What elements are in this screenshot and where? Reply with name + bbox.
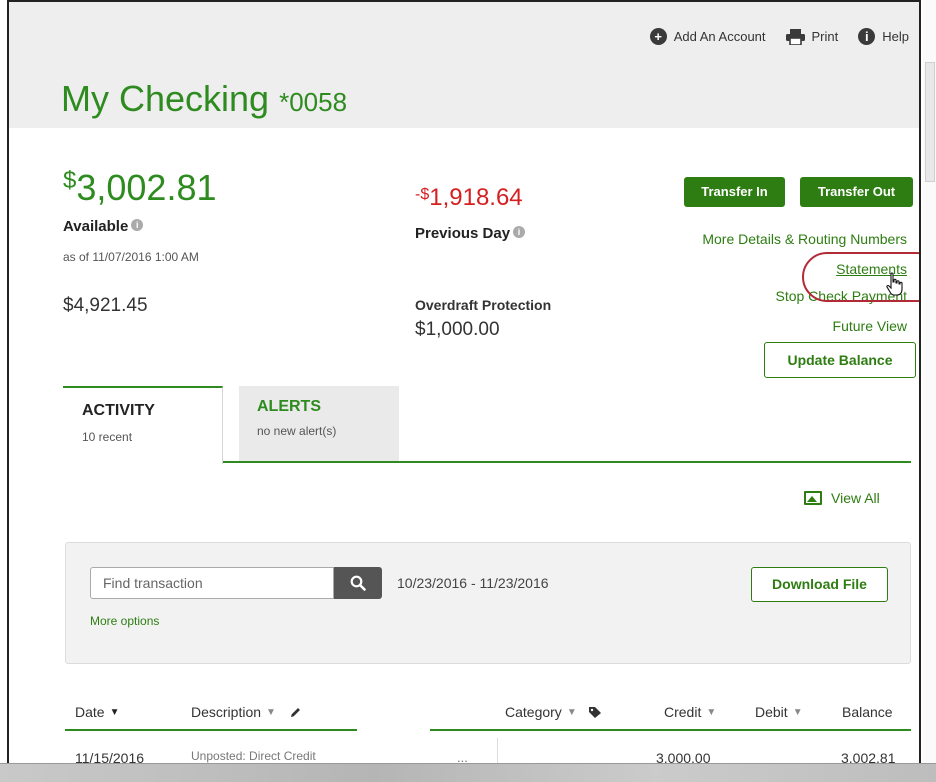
view-all-label: View All [831,490,880,506]
overdraft-label: Overdraft Protection [415,297,552,313]
more-details-link[interactable]: More Details & Routing Numbers [702,231,907,247]
sort-caret-icon: ▼ [109,706,120,718]
header-underline [430,729,911,731]
previous-day-currency: -$ [415,186,430,203]
header-links: + Add An Account Print i Help [649,28,909,45]
column-debit-label: Debit [755,704,788,720]
previous-day-amount: 1,918.64 [429,184,523,211]
scrollbar-thumb[interactable] [925,62,935,182]
account-number: *0058 [279,87,348,117]
as-of-timestamp: as of 11/07/2016 1:00 AM [63,250,199,264]
column-balance[interactable]: Balance [842,704,893,720]
column-category[interactable]: Category ▼ [505,704,602,720]
table-header: Date ▼ Description ▼ Category ▼ Credit ▼ Deb… [65,700,911,730]
tab-underline [223,461,911,463]
future-view-link[interactable]: Future View [833,318,907,334]
available-label: Available [63,218,129,235]
printer-icon [785,28,805,45]
add-account-label: Add An Account [673,29,766,44]
sort-caret-icon: ▼ [792,706,803,718]
tab-activity-label: ACTIVITY [82,402,155,419]
help-label: Help [882,29,909,44]
tab-activity[interactable]: ACTIVITY 10 recent [63,386,223,464]
sort-caret-icon: ▼ [566,706,577,718]
more-options-link[interactable]: More options [90,614,159,628]
info-circle-icon: i [858,28,876,45]
column-credit[interactable]: Credit ▼ [664,704,716,720]
scrollbar[interactable] [923,0,936,782]
account-name: My Checking [61,78,270,119]
status-bar [0,763,936,782]
transfer-out-button[interactable]: Transfer Out [800,177,913,207]
browser-frame: + Add An Account Print i Help My Checkin… [7,0,921,782]
column-debit[interactable]: Debit ▼ [755,704,803,720]
pencil-icon[interactable] [289,706,302,719]
tab-alerts-label: ALERTS [257,398,321,415]
print-label: Print [811,29,839,44]
download-file-button[interactable]: Download File [751,567,888,602]
column-date-label: Date [75,704,105,720]
available-amount: 3,002.81 [76,167,217,208]
column-balance-label: Balance [842,704,893,720]
plus-circle-icon: + [649,28,667,45]
view-all-link[interactable]: View All [804,490,880,506]
help-link[interactable]: i Help [858,28,909,45]
overdraft-amount: $1,000.00 [415,319,500,340]
header-underline [65,729,357,731]
previous-day-balance: -$1,918.64 [415,184,523,212]
info-icon[interactable]: i [131,219,144,231]
column-description-label: Description [191,704,262,720]
print-link[interactable]: Print [785,28,839,45]
transfer-in-button[interactable]: Transfer In [684,177,785,207]
previous-day-label-row: Previous Day i [415,225,526,242]
column-credit-label: Credit [664,704,702,720]
available-balance: $3,002.81 [63,167,217,209]
row-description: Unposted: Direct Credit [191,749,316,763]
add-account-link[interactable]: + Add An Account [649,28,766,45]
ledger-balance: $4,921.45 [63,295,148,316]
filter-panel: 10/23/2016 - 11/23/2016 More options Dow… [65,542,911,664]
tag-icon[interactable] [588,706,602,719]
update-balance-button[interactable]: Update Balance [764,342,916,378]
column-date[interactable]: Date ▼ [75,704,119,720]
info-icon[interactable]: i [513,226,526,238]
tab-activity-sub: 10 recent [82,430,133,444]
available-label-row: Available i [63,218,144,235]
page-title: My Checking *0058 [61,78,347,120]
available-currency: $ [63,167,77,194]
column-description[interactable]: Description ▼ [191,704,302,720]
tab-alerts[interactable]: ALERTS no new alert(s) [239,386,399,462]
previous-day-label: Previous Day [415,225,511,242]
hand-cursor-icon [886,272,903,296]
image-icon [804,491,822,505]
sort-caret-icon: ▼ [706,706,717,718]
search-icon [350,575,366,591]
search-input[interactable] [90,567,334,599]
tab-alerts-sub: no new alert(s) [257,424,337,438]
column-category-label: Category [505,704,562,720]
sort-caret-icon: ▼ [266,706,276,718]
account-header: + Add An Account Print i Help My Checkin… [9,2,919,128]
search-button[interactable] [334,567,382,599]
date-range[interactable]: 10/23/2016 - 11/23/2016 [397,575,549,591]
